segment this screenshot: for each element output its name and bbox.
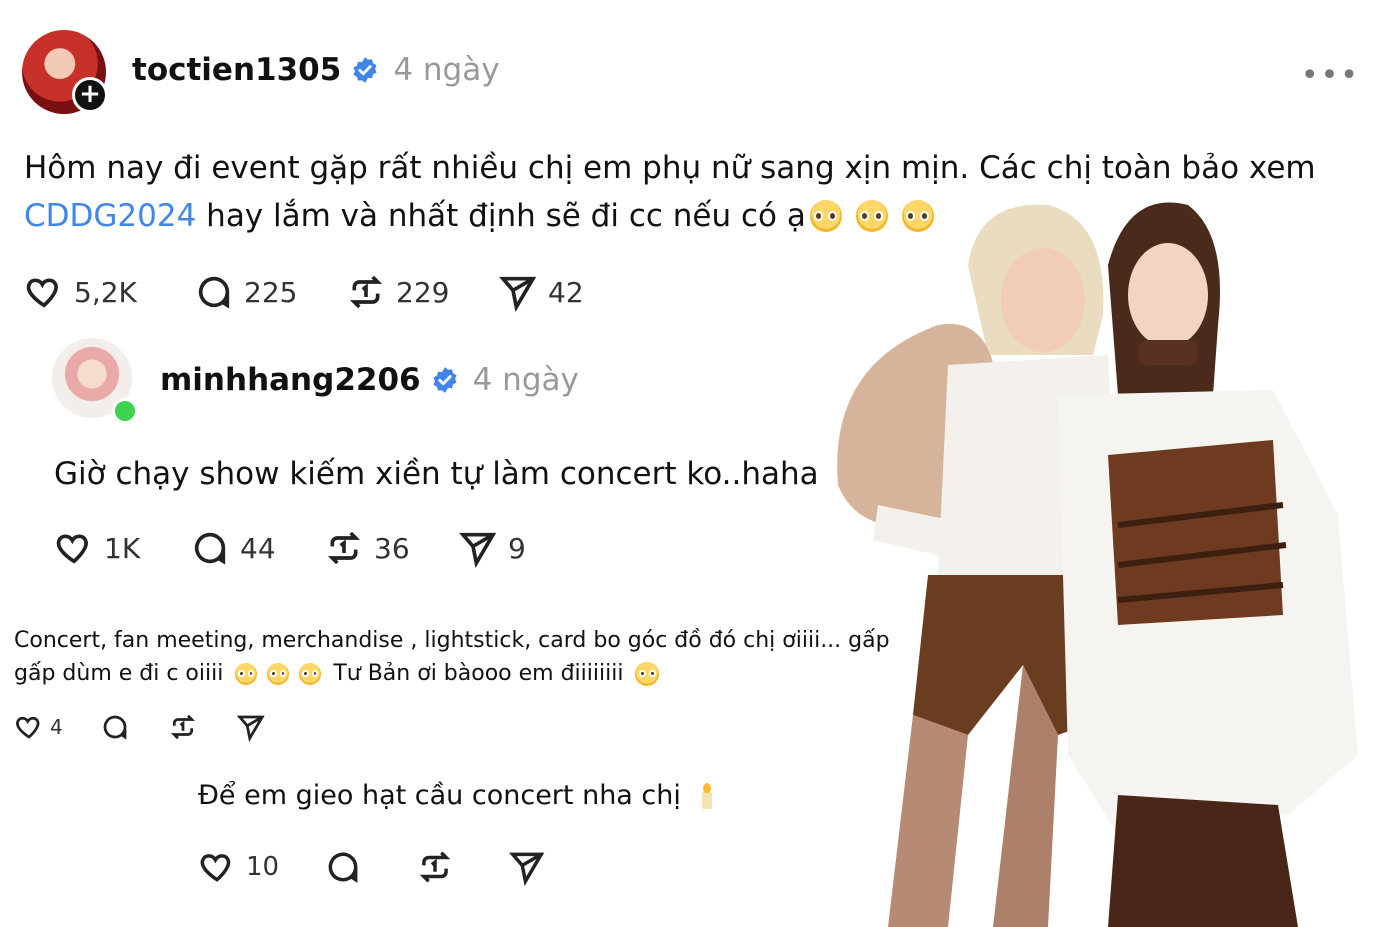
share-button[interactable]: 9 (458, 528, 526, 568)
comment-text-line1: Concert, fan meeting, merchandise , ligh… (14, 628, 890, 653)
share-icon (508, 852, 545, 886)
author-username[interactable]: toctien1305 (132, 52, 341, 88)
candle-emoji (701, 782, 713, 809)
repost-icon (327, 531, 361, 565)
left-performer-leg (888, 715, 968, 927)
reply-actions: 1K 44 36 9 (54, 528, 526, 568)
repost-count: 229 (396, 275, 450, 309)
comment-button[interactable] (100, 712, 168, 742)
comment-text-line2: gấp dùm e đi c oiiii Tư Bản ơi bàooo em … (14, 657, 890, 690)
comment-button[interactable]: 225 (194, 272, 346, 312)
comment-button[interactable] (324, 848, 416, 886)
hashtag-link[interactable]: CDDG2024 (24, 192, 196, 240)
like-count: 1K (104, 531, 141, 565)
repost-icon (170, 714, 196, 740)
verified-icon (353, 57, 377, 83)
comment-actions: 4 (14, 712, 266, 742)
like-button[interactable]: 1K (54, 528, 190, 568)
repost-count: 36 (374, 531, 410, 565)
online-status-icon (112, 398, 138, 424)
reply-username[interactable]: minhhang2206 (160, 362, 421, 398)
right-performer-pants (1108, 795, 1298, 927)
reply-time: 4 ngày (472, 362, 579, 398)
pleading-face-emoji (299, 662, 322, 685)
more-icon[interactable]: ••• (1301, 58, 1360, 93)
comment2-actions: 10 (198, 848, 546, 886)
share-icon (236, 715, 265, 742)
heart-icon (26, 278, 58, 308)
post-text-tail: hay lắm và nhất định sẽ đi cc nếu có ạ (196, 198, 806, 234)
heart-icon (200, 854, 231, 882)
comment-icon (103, 715, 127, 740)
post-text-line1: Hôm nay đi event gặp rất nhiều chị em ph… (24, 150, 1316, 186)
verified-icon (433, 367, 457, 393)
repost-button[interactable]: 229 (346, 272, 498, 312)
post-actions: 5,2K 225 229 42 (24, 272, 584, 312)
comment-icon (194, 532, 226, 565)
share-count: 9 (508, 531, 526, 565)
comment-icon (198, 276, 230, 309)
post-time: 4 ngày (393, 52, 500, 88)
like-button[interactable]: 4 (14, 712, 100, 742)
share-button[interactable] (508, 848, 546, 886)
share-icon (459, 532, 497, 568)
repost-icon (349, 275, 383, 309)
share-icon (499, 276, 537, 312)
share-button[interactable] (236, 712, 266, 742)
left-performer-face (1001, 248, 1085, 352)
comment-icon (328, 852, 358, 883)
heart-icon (16, 716, 40, 739)
comment-text: Concert, fan meeting, merchandise , ligh… (14, 624, 890, 690)
like-button[interactable]: 5,2K (24, 272, 194, 312)
reply-text: Giờ chạy show kiếm xiền tự làm concert k… (54, 456, 819, 492)
right-performer-choker (1138, 340, 1198, 365)
share-count: 42 (548, 275, 584, 309)
comment-text-part-b: Tư Bản ơi bàooo em điiiiiiii (333, 661, 624, 686)
comment-count: 44 (240, 531, 276, 565)
right-performer-face (1128, 243, 1208, 347)
plus-icon[interactable]: + (72, 77, 108, 113)
like-button[interactable]: 10 (198, 848, 324, 886)
performers-photo (837, 202, 1358, 927)
repost-button[interactable] (168, 712, 236, 742)
pleading-face-emoji (267, 662, 290, 685)
pleading-face-emoji (235, 662, 258, 685)
like-count: 10 (246, 852, 280, 882)
comment-text-part-a: gấp dùm e đi c oiiii (14, 661, 224, 686)
hugging-face-emoji (635, 661, 660, 686)
repost-button[interactable] (416, 848, 508, 886)
comment-button[interactable]: 44 (190, 528, 324, 568)
like-count: 4 (50, 715, 63, 739)
like-count: 5,2K (74, 275, 137, 309)
repost-button[interactable]: 36 (324, 528, 458, 568)
comment-count: 225 (244, 275, 298, 309)
heart-icon (56, 534, 88, 564)
comment2-text-content: Để em gieo hạt cầu concert nha chị (198, 780, 681, 811)
comment2-text: Để em gieo hạt cầu concert nha chị (198, 780, 713, 811)
share-button[interactable]: 42 (498, 272, 584, 312)
repost-icon (419, 851, 451, 883)
